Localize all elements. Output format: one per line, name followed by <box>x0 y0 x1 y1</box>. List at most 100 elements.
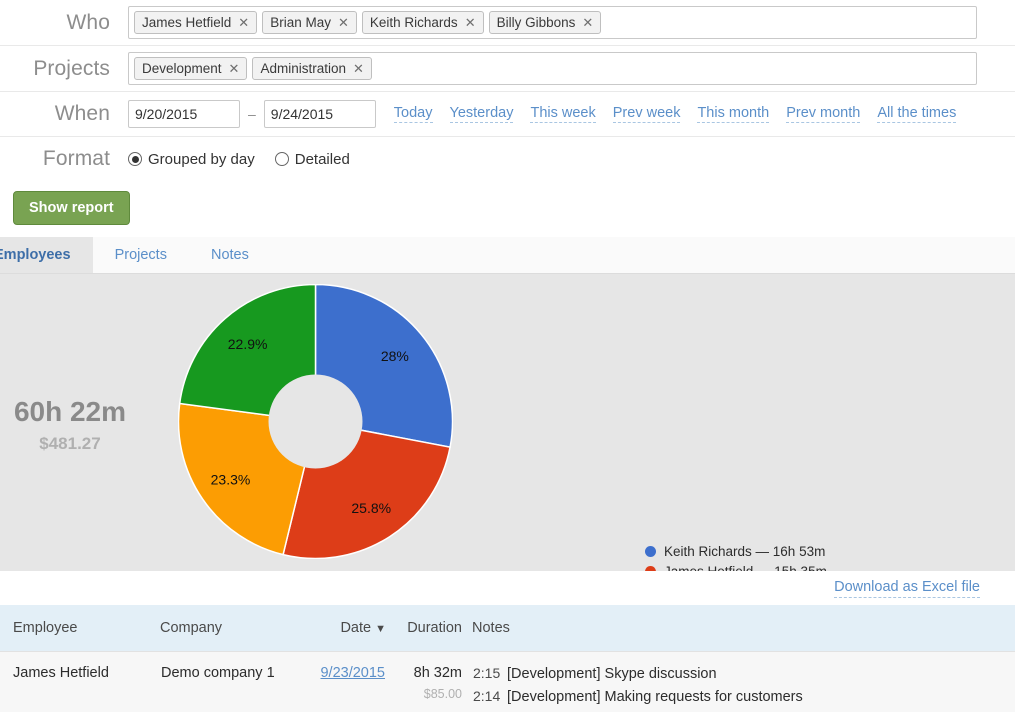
note-entry: 2:14 [Development] Making requests for c… <box>473 688 1014 705</box>
projects-field: Development ✕ Administration ✕ <box>128 46 1015 91</box>
remove-icon[interactable]: ✕ <box>238 14 249 31</box>
note-time: 2:15 <box>473 665 507 681</box>
donut-slice-label: 25.8% <box>351 500 391 516</box>
radio-grouped-by-day[interactable]: Grouped by day <box>128 151 255 168</box>
sort-descending-icon: ▼ <box>375 623 386 635</box>
date-to-input[interactable] <box>264 100 376 128</box>
filter-row-projects: Projects Development ✕ Administration ✕ <box>0 46 1015 92</box>
project-token[interactable]: Administration ✕ <box>252 57 371 80</box>
project-token[interactable]: Development ✕ <box>134 57 247 80</box>
format-radio-group: Grouped by day Detailed <box>128 151 350 168</box>
column-header-company[interactable]: Company <box>160 605 308 652</box>
cell-date: 9/23/2015 <box>308 652 386 712</box>
radio-dot-icon <box>128 152 142 166</box>
who-token-label: Billy Gibbons <box>497 14 576 31</box>
column-header-date-label: Date <box>340 620 371 636</box>
remove-icon[interactable]: ✕ <box>229 60 240 77</box>
summary-totals: 60h 22m $481.27 <box>0 396 140 454</box>
projects-label: Projects <box>0 57 128 81</box>
range-link-all-the-times[interactable]: All the times <box>877 105 956 123</box>
column-header-employee[interactable]: Employee <box>0 605 160 652</box>
report-results-table: Employee Company Date ▼ Duration Notes J… <box>0 605 1015 712</box>
who-token-label: James Hetfield <box>142 14 231 31</box>
note-entry: 2:15 [Development] Skype discussion <box>473 665 1014 682</box>
date-link[interactable]: 9/23/2015 <box>320 665 385 681</box>
show-report-button[interactable]: Show report <box>13 191 130 225</box>
total-hours: 60h 22m <box>0 396 140 428</box>
filter-row-when: When – Today Yesterday This week Prev we… <box>0 92 1015 137</box>
tab-employees[interactable]: Employees <box>0 237 93 273</box>
format-label: Format <box>0 147 128 171</box>
column-header-notes[interactable]: Notes <box>472 605 1015 652</box>
range-link-today[interactable]: Today <box>394 105 433 123</box>
who-label: Who <box>0 11 128 35</box>
tab-notes[interactable]: Notes <box>189 237 271 273</box>
chart-legend: Keith Richards — 16h 53m James Hetfield … <box>645 542 827 571</box>
range-link-this-month[interactable]: This month <box>697 105 769 123</box>
remove-icon[interactable]: ✕ <box>582 14 593 31</box>
who-token[interactable]: Brian May ✕ <box>262 11 357 34</box>
report-tabs: Employees Projects Notes <box>0 237 1015 274</box>
donut-slice-label: 28% <box>381 348 409 364</box>
legend-color-dot-icon <box>645 566 656 571</box>
remove-icon[interactable]: ✕ <box>465 14 476 31</box>
column-header-duration[interactable]: Duration <box>386 605 472 652</box>
column-header-date[interactable]: Date ▼ <box>308 605 386 652</box>
filter-row-format: Format Grouped by day Detailed <box>0 137 1015 181</box>
total-money: $481.27 <box>0 434 140 454</box>
duration-value: 8h 32m <box>387 665 462 681</box>
note-text: [Development] Making requests for custom… <box>507 689 803 705</box>
note-text: [Development] Skype discussion <box>507 666 717 682</box>
who-token-label: Keith Richards <box>370 14 458 31</box>
cell-duration: 8h 32m $85.00 <box>386 652 472 712</box>
cell-company: Demo company 1 <box>160 652 308 712</box>
legend-item: Keith Richards — 16h 53m <box>645 542 827 562</box>
submit-row: Show report <box>0 181 1015 237</box>
format-field: Grouped by day Detailed <box>128 145 1015 174</box>
donut-chart: 28%25.8%23.3%22.9% <box>178 284 453 559</box>
who-token[interactable]: Billy Gibbons ✕ <box>489 11 602 34</box>
who-token-input[interactable]: James Hetfield ✕ Brian May ✕ Keith Richa… <box>128 6 977 39</box>
chart-panel: 60h 22m $481.27 28%25.8%23.3%22.9% Keith… <box>0 274 1015 571</box>
project-token-label: Administration <box>260 60 346 77</box>
tab-projects[interactable]: Projects <box>93 237 189 273</box>
table-body: James Hetfield Demo company 1 9/23/2015 … <box>0 652 1015 712</box>
download-excel-link[interactable]: Download as Excel file <box>834 579 980 598</box>
when-field: – Today Yesterday This week Prev week Th… <box>128 94 1015 134</box>
remove-icon[interactable]: ✕ <box>338 14 349 31</box>
donut-hole <box>269 375 363 469</box>
date-from-input[interactable] <box>128 100 240 128</box>
who-token[interactable]: James Hetfield ✕ <box>134 11 257 34</box>
download-row: Download as Excel file <box>0 571 1015 605</box>
radio-detailed[interactable]: Detailed <box>275 151 350 168</box>
range-link-prev-week[interactable]: Prev week <box>613 105 681 123</box>
filter-row-who: Who James Hetfield ✕ Brian May ✕ Keith R… <box>0 0 1015 46</box>
radio-detailed-label: Detailed <box>295 151 350 168</box>
range-link-prev-month[interactable]: Prev month <box>786 105 860 123</box>
remove-icon[interactable]: ✕ <box>353 60 364 77</box>
table-header-row: Employee Company Date ▼ Duration Notes <box>0 605 1015 652</box>
donut-slice-label: 22.9% <box>228 336 268 352</box>
report-filter-form: Who James Hetfield ✕ Brian May ✕ Keith R… <box>0 0 1015 237</box>
range-link-this-week[interactable]: This week <box>530 105 595 123</box>
radio-dot-icon <box>275 152 289 166</box>
cell-employee: James Hetfield <box>0 652 160 712</box>
projects-token-input[interactable]: Development ✕ Administration ✕ <box>128 52 977 85</box>
table-header: Employee Company Date ▼ Duration Notes <box>0 605 1015 652</box>
radio-grouped-by-day-label: Grouped by day <box>148 151 255 168</box>
donut-chart-svg: 28%25.8%23.3%22.9% <box>178 284 453 559</box>
cell-notes: 2:15 [Development] Skype discussion 2:14… <box>472 652 1015 712</box>
who-field: James Hetfield ✕ Brian May ✕ Keith Richa… <box>128 0 1015 45</box>
project-token-label: Development <box>142 60 222 77</box>
duration-money: $85.00 <box>387 687 462 701</box>
when-label: When <box>0 102 128 126</box>
table-row: James Hetfield Demo company 1 9/23/2015 … <box>0 652 1015 712</box>
date-range-shortcuts: Today Yesterday This week Prev week This… <box>394 105 957 123</box>
who-token-label: Brian May <box>270 14 331 31</box>
legend-color-dot-icon <box>645 546 656 557</box>
legend-label: James Hetfield — 15h 35m <box>664 564 827 571</box>
legend-label: Keith Richards — 16h 53m <box>664 544 825 559</box>
range-link-yesterday[interactable]: Yesterday <box>450 105 514 123</box>
who-token[interactable]: Keith Richards ✕ <box>362 11 484 34</box>
note-time: 2:14 <box>473 688 507 704</box>
